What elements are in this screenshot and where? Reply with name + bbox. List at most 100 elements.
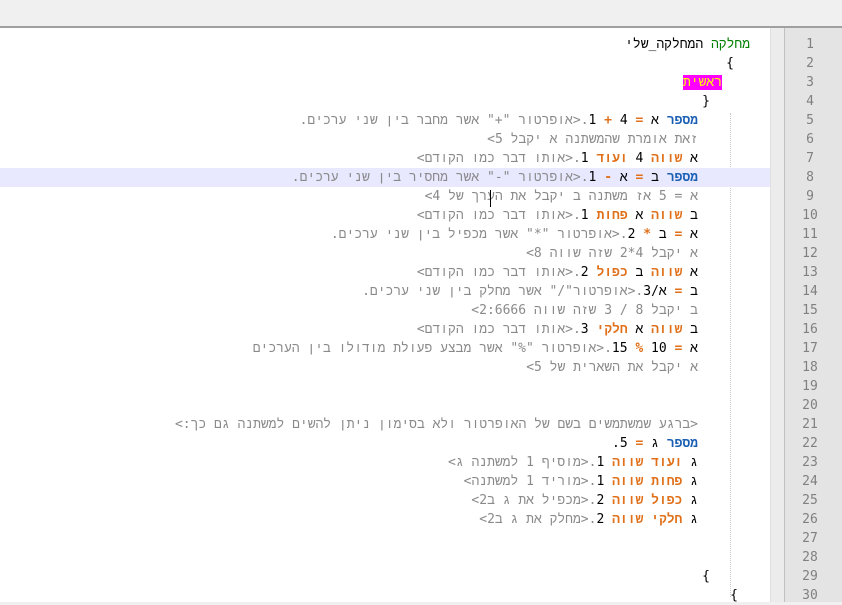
code-token: ב (651, 227, 675, 242)
code-token: ג (682, 512, 698, 527)
code-line[interactable]: ג ועוד שווה 1.<מוסיף 1 למשתנה ג> (448, 453, 698, 472)
code-line[interactable]: } (702, 92, 710, 111)
code-line[interactable]: א שווה 4 ועוד 1.<אותו דבר כמו הקודם> (417, 149, 698, 168)
code-line[interactable]: ג חלקי שווה 2.<מחלק את ג ב2> (479, 510, 698, 529)
code-token: מספר (666, 170, 698, 185)
code-token: שווה (651, 208, 683, 223)
line-number: 10 (802, 208, 818, 223)
code-line[interactable]: ג פחות שווה 1.<מוריד 1 למשתנה> (464, 472, 698, 491)
line-number: 2 (806, 56, 814, 71)
code-token: 1 (580, 151, 597, 166)
code-token: א (682, 151, 698, 166)
code-line[interactable]: מחלקה המחלקה_שלי (625, 35, 750, 54)
code-token: .<אופרטור "-" אשר מחסיר בין שני ערכים. (291, 170, 589, 185)
code-token: ב (682, 208, 698, 223)
line-number: 20 (802, 398, 818, 413)
code-line[interactable]: מספר ג = 5. (612, 434, 698, 453)
code-token: ועוד (596, 151, 628, 166)
code-line[interactable]: א = 5 אז משתנה ב יקבל את הערך של 4> (425, 187, 698, 206)
code-token: .<אותו דבר כמו הקודם> (416, 208, 581, 223)
code-token: א (682, 227, 698, 242)
code-token: 1 (580, 208, 597, 223)
code-line[interactable]: ראשית (682, 73, 722, 92)
code-token: * (643, 227, 652, 242)
code-line[interactable]: א יקבל את השארית של 5> (526, 358, 698, 377)
code-token: ב (643, 170, 667, 185)
line-number: 17 (802, 341, 818, 356)
line-number: 7 (806, 151, 814, 166)
line-number: 23 (802, 455, 818, 470)
line-number: 22 (802, 436, 818, 451)
code-line[interactable]: א = 10 % 15.<אופרטור "%" אשר מבצע פעולת … (253, 339, 698, 358)
code-token: פחות (596, 208, 628, 223)
code-token: חלקי (651, 512, 683, 527)
code-line[interactable]: { (702, 567, 710, 586)
code-token: מספר (666, 113, 698, 128)
code-token: א (627, 208, 652, 223)
code-line[interactable]: ב = א/3.<אופרטור"/" אשר מחלק בין שני ערכ… (362, 282, 698, 301)
code-token: .<אופרטור "*" אשר מכפיל בין שני ערכים. (330, 227, 628, 242)
code-token: א (682, 265, 698, 280)
code-line[interactable]: א שווה ב כפול 2.<אותו דבר כמו הקודם> (417, 263, 698, 282)
code-token: שווה (651, 265, 683, 280)
code-token: ב (627, 265, 652, 280)
code-token: חלקי (596, 322, 628, 337)
code-token: 1 (596, 455, 613, 470)
code-token: .<אופרטור "+" אשר מחבר בין שני ערכים. (299, 113, 589, 128)
line-number: 25 (802, 493, 818, 508)
code-token: ראשית (682, 75, 722, 90)
code-token: - (604, 170, 613, 185)
code-token: 10 (643, 341, 675, 356)
code-token: .<מוריד 1 למשתנה> (463, 474, 597, 489)
code-token: { (702, 569, 710, 584)
line-number: 29 (802, 569, 818, 584)
code-token: <ברגע שמשתמשים בשם של האופרטור ולא בסימו… (174, 417, 698, 432)
code-token: ועוד (651, 455, 683, 470)
code-line[interactable]: ב יקבל 8 / 3 שזה שווה 2:6666> (471, 301, 698, 320)
code-token: .<אותו דבר כמו הקודם> (416, 322, 581, 337)
code-token: .<מחלק את ג ב2> (479, 512, 597, 527)
code-token: שווה (651, 151, 683, 166)
line-number: 24 (802, 474, 818, 489)
code-token: ג (682, 493, 698, 508)
code-line[interactable]: זאת אומרת שהמשתנה א יקבל 5> (487, 130, 698, 149)
code-token: 1 (588, 113, 605, 128)
code-line[interactable]: <ברגע שמשתמשים בשם של האופרטור ולא בסימו… (175, 415, 698, 434)
code-token: המחלקה_שלי (625, 37, 711, 52)
code-token: א יקבל 4*2 שזה שווה 8> (526, 246, 698, 261)
line-number: 12 (802, 246, 818, 261)
line-number: 30 (802, 588, 818, 603)
code-line[interactable]: א = ב * 2.<אופרטור "*" אשר מכפיל בין שני… (331, 225, 698, 244)
line-number: 19 (802, 379, 818, 394)
vertical-scrollbar[interactable] (770, 28, 785, 602)
code-token: { (730, 588, 738, 602)
line-number-gutter: 1 2 3 4 5 6 7 8 9 10 11 12 13 14 15 16 17 18 19 20 21 22 23 24 2… (784, 28, 842, 603)
code-line[interactable]: { (726, 54, 734, 73)
code-token: 2 (580, 265, 597, 280)
code-token: פחות (651, 474, 683, 489)
code-token: { (726, 56, 734, 71)
code-token: ב (682, 322, 698, 337)
code-line[interactable]: { (730, 586, 738, 602)
code-token: 2 (596, 512, 613, 527)
code-token: 4 (612, 113, 636, 128)
line-number: 6 (806, 132, 814, 147)
code-line[interactable]: ב שווה א חלקי 3.<אותו דבר כמו הקודם> (417, 320, 698, 339)
line-number: 21 (802, 417, 818, 432)
text-cursor (490, 190, 491, 207)
code-token: + (604, 113, 612, 128)
code-line[interactable]: מספר א = 4 + 1.<אופרטור "+" אשר מחבר בין… (300, 111, 698, 130)
code-token: שווה (612, 455, 652, 470)
line-number: 9 (806, 189, 814, 204)
code-line[interactable]: ג כפול שווה 2.<מכפיל את ג ב2> (471, 491, 698, 510)
code-token: .<אותו דבר כמו הקודם> (416, 265, 581, 280)
code-line[interactable]: מספר ב = א - 1.<אופרטור "-" אשר מחסיר בי… (292, 168, 698, 187)
line-number: 5 (806, 113, 814, 128)
line-number: 28 (802, 550, 818, 565)
code-line[interactable]: א יקבל 4*2 שזה שווה 8> (526, 244, 698, 263)
line-number: 3 (806, 75, 814, 90)
code-token: 2 (627, 227, 644, 242)
code-editor[interactable]: מחלקה המחלקה_שלי { ראשית} מספר א = 4 + 1.<א… (0, 28, 784, 602)
line-number: 1 (806, 37, 814, 52)
code-line[interactable]: ב שווה א פחות 1.<אותו דבר כמו הקודם> (417, 206, 698, 225)
